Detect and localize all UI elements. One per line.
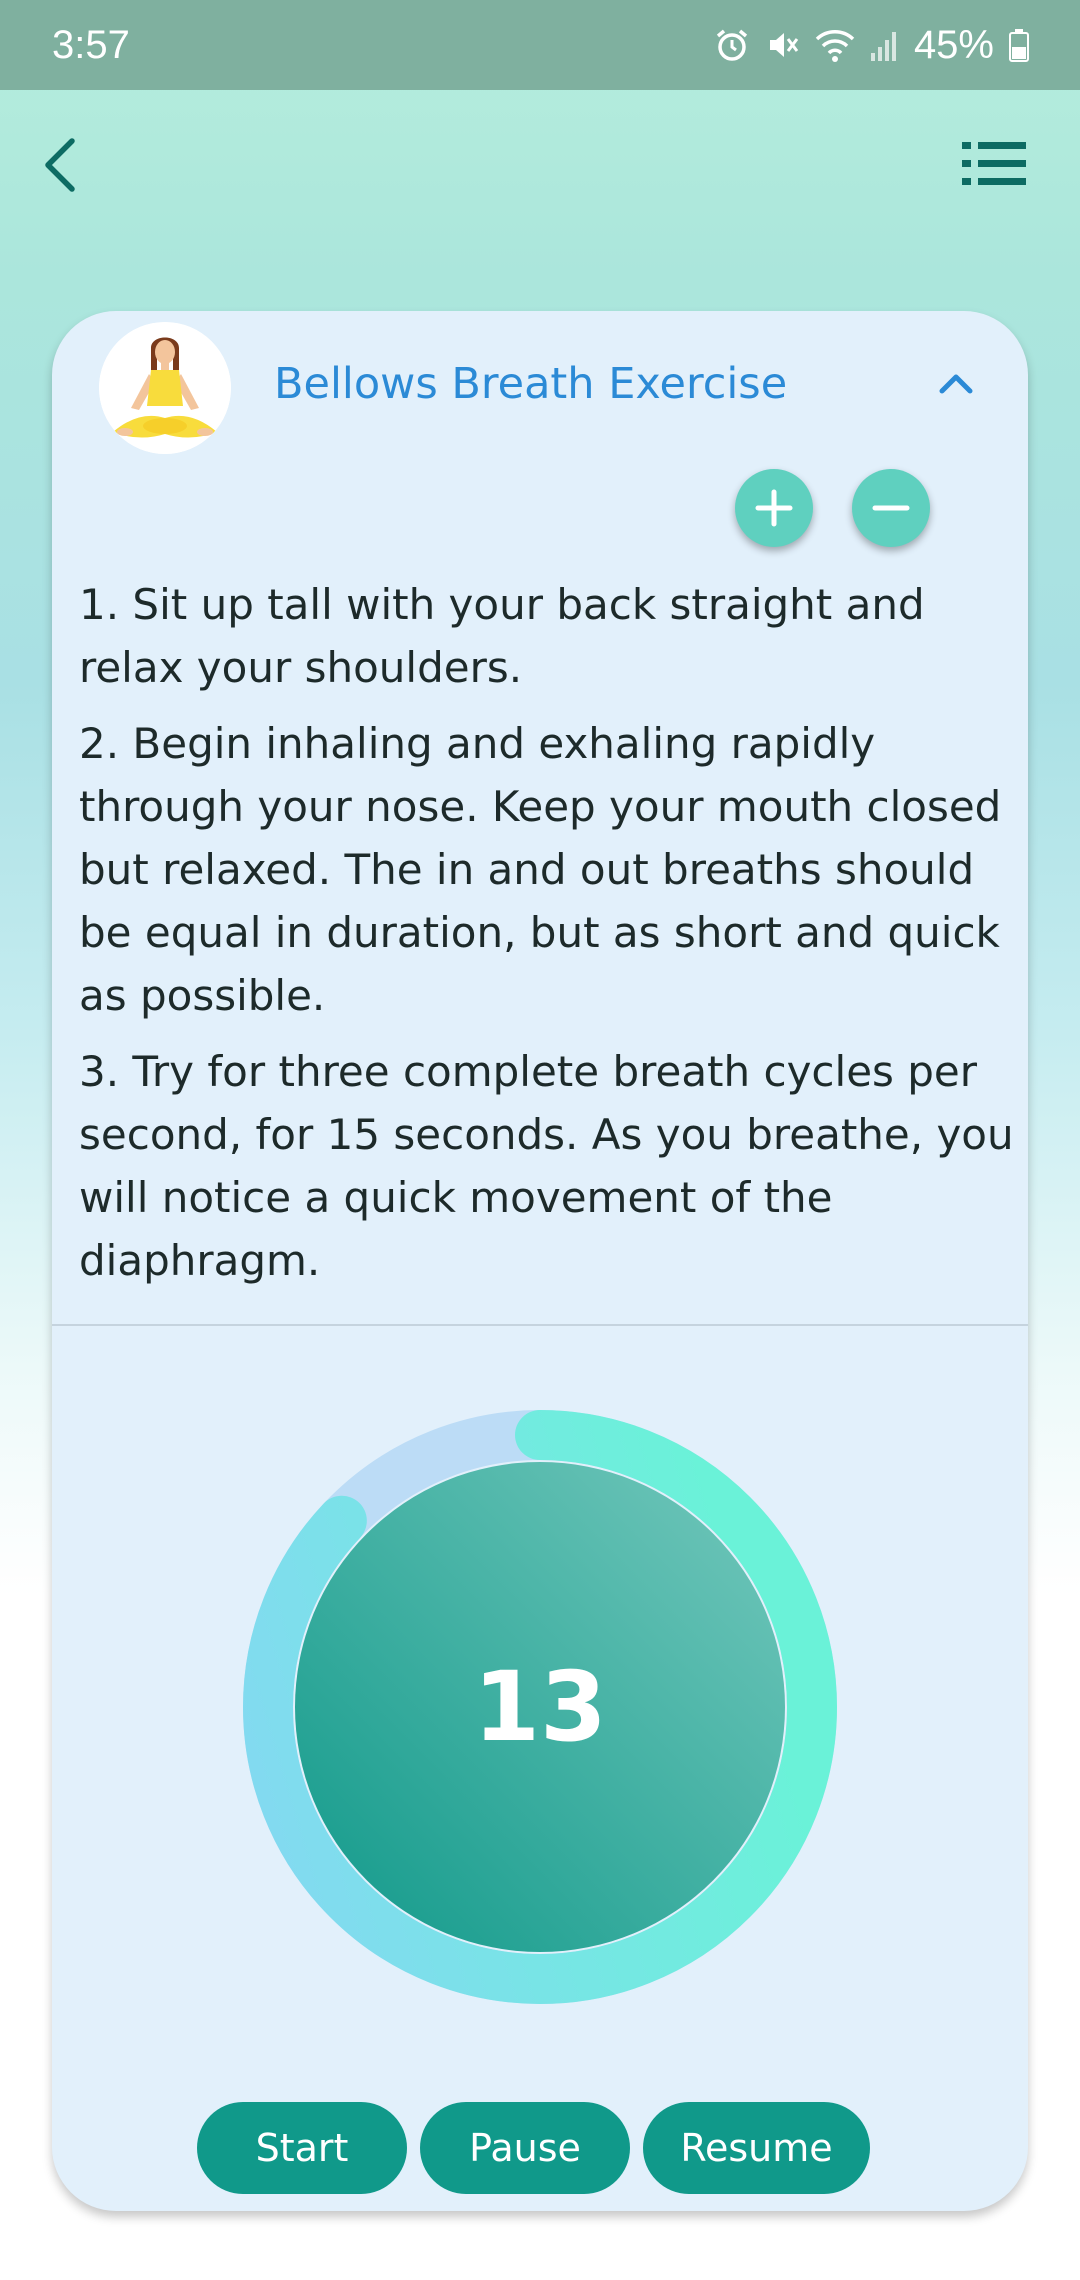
list-icon <box>962 142 1026 185</box>
breath-timer: 13 <box>243 1410 837 2004</box>
card-header[interactable]: Bellows Breath Exercise <box>52 311 1028 461</box>
chevron-up-icon <box>939 374 973 394</box>
exercise-title: Bellows Breath Exercise <box>274 359 788 409</box>
mute-icon <box>764 27 800 63</box>
resume-button[interactable]: Resume <box>643 2102 870 2194</box>
back-button[interactable] <box>30 130 90 200</box>
start-button[interactable]: Start <box>197 2102 407 2194</box>
increase-button[interactable] <box>735 469 813 547</box>
status-bar: 3:57 45% <box>0 0 1080 90</box>
battery-percent: 45% <box>913 22 994 67</box>
app-bar <box>0 90 1080 240</box>
instruction-step: 3. Try for three complete breath cycles … <box>79 1047 1014 1285</box>
minus-icon <box>872 505 910 511</box>
timer-count: 13 <box>473 1651 607 1763</box>
menu-button[interactable] <box>960 135 1030 195</box>
exercise-card: Bellows Breath Exercise 1. Sit up tall w… <box>52 311 1028 2211</box>
status-time: 3:57 <box>52 22 130 67</box>
collapse-button[interactable] <box>932 359 980 407</box>
signal-icon <box>870 27 900 63</box>
controls: Start Pause Resume <box>52 2102 1028 2194</box>
meditation-avatar <box>99 322 231 454</box>
divider <box>52 1324 1028 1326</box>
instructions: 1. Sit up tall with your back straight a… <box>79 573 1019 1305</box>
status-icons: 45% <box>714 23 1030 68</box>
instruction-step: 2. Begin inhaling and exhaling rapidly t… <box>79 719 1002 1020</box>
wifi-icon <box>814 27 856 63</box>
battery-icon <box>1008 27 1030 63</box>
plus-icon <box>755 489 793 527</box>
decrease-button[interactable] <box>852 469 930 547</box>
alarm-icon <box>714 27 750 63</box>
instruction-step: 1. Sit up tall with your back straight a… <box>79 580 925 692</box>
pause-button[interactable]: Pause <box>420 2102 630 2194</box>
chevron-left-icon <box>45 138 75 192</box>
